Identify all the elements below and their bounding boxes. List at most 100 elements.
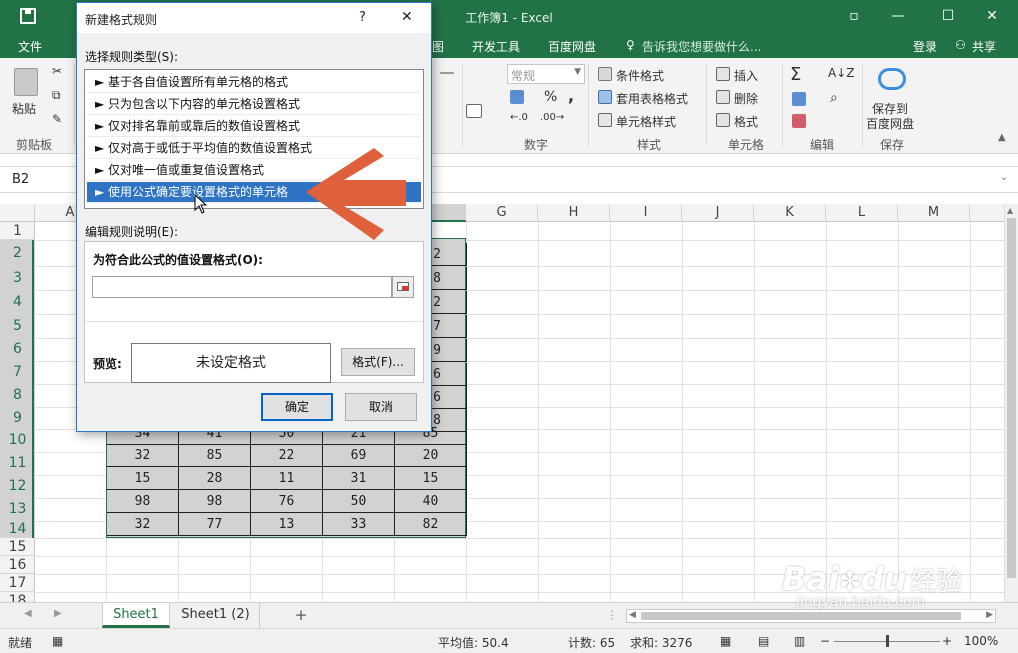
login-link[interactable]: 登录 xyxy=(913,38,937,55)
paste-button[interactable]: 粘贴 xyxy=(12,100,36,117)
increase-decimal-icon[interactable]: ←.0 xyxy=(510,112,528,123)
find-icon[interactable]: ⌕ xyxy=(830,90,838,106)
row-header[interactable]: 15 xyxy=(0,538,35,556)
row-header[interactable]: 10 xyxy=(0,429,35,452)
table-cell[interactable]: 50 xyxy=(323,490,395,513)
expand-formula-icon[interactable]: ⌄ xyxy=(1000,172,1008,183)
add-sheet-button[interactable]: + xyxy=(290,603,312,628)
table-cell[interactable]: 20 xyxy=(395,444,467,467)
normal-view-icon[interactable]: ▦ xyxy=(720,634,731,648)
format-cells-button[interactable]: 格式(F)... xyxy=(341,348,415,376)
format-button[interactable]: 格式 xyxy=(734,113,758,130)
row-header[interactable]: 7 xyxy=(0,361,35,384)
share-button[interactable]: 共享 xyxy=(972,38,996,55)
row-header[interactable]: 2 xyxy=(0,240,35,266)
column-header-selected[interactable] xyxy=(432,204,466,222)
select-all-corner[interactable] xyxy=(0,204,35,222)
table-cell[interactable]: 31 xyxy=(323,467,395,490)
table-cell[interactable]: 32 xyxy=(107,444,179,467)
table-cell[interactable]: 11 xyxy=(251,467,323,490)
paste-icon[interactable] xyxy=(14,68,38,96)
table-cell[interactable]: 32 xyxy=(107,513,179,536)
cut-icon[interactable]: ✂ xyxy=(52,64,62,78)
collapse-ribbon-icon[interactable]: ▲ xyxy=(998,132,1006,143)
row-header[interactable]: 17 xyxy=(0,574,35,592)
align-icon[interactable] xyxy=(440,72,454,74)
table-cell[interactable]: 40 xyxy=(395,490,467,513)
row-header[interactable]: 11 xyxy=(0,452,35,475)
sheet-tab[interactable]: Sheet1 (2) xyxy=(172,603,260,628)
next-sheet-icon[interactable]: ▶ xyxy=(54,608,62,619)
row-header[interactable]: 6 xyxy=(0,338,35,361)
table-cell[interactable]: 15 xyxy=(395,467,467,490)
cancel-button[interactable]: 取消 xyxy=(345,393,417,421)
currency-icon[interactable] xyxy=(510,90,524,104)
scroll-thumb[interactable] xyxy=(1007,218,1016,578)
row-header[interactable]: 16 xyxy=(0,556,35,574)
formula-input[interactable] xyxy=(92,276,392,298)
vertical-scrollbar[interactable]: ▲ xyxy=(1004,204,1018,602)
table-cell[interactable]: 15 xyxy=(107,467,179,490)
rule-type-item[interactable]: ► 只为包含以下内容的单元格设置格式 xyxy=(87,94,421,115)
row-header[interactable]: 8 xyxy=(0,384,35,407)
tab-view[interactable]: 图 xyxy=(432,38,444,55)
table-cell[interactable]: 13 xyxy=(251,513,323,536)
scroll-right-icon[interactable]: ▶ xyxy=(986,610,993,620)
zoom-level[interactable]: 100% xyxy=(964,634,998,648)
name-box[interactable]: B2 xyxy=(12,172,29,187)
macro-record-icon[interactable]: ▦ xyxy=(52,634,63,648)
maximize-icon[interactable]: ☐ xyxy=(930,4,966,28)
zoom-out-icon[interactable]: − xyxy=(820,634,830,648)
table-format-button[interactable]: 套用表格格式 xyxy=(616,90,688,107)
tab-split-handle[interactable]: ⋮ xyxy=(606,608,618,622)
column-header[interactable]: G xyxy=(466,204,538,222)
row-header[interactable]: 5 xyxy=(0,314,35,338)
sort-filter-icon[interactable]: A↓Z xyxy=(828,66,854,80)
cell-style-button[interactable]: 单元格样式 xyxy=(616,113,676,130)
page-layout-icon[interactable]: ▤ xyxy=(758,634,769,648)
table-cell[interactable]: 98 xyxy=(179,490,251,513)
table-cell[interactable]: 22 xyxy=(251,444,323,467)
insert-button[interactable]: 插入 xyxy=(734,67,758,84)
range-picker-icon[interactable] xyxy=(392,276,414,298)
table-cell[interactable]: 82 xyxy=(395,513,467,536)
table-cell[interactable]: 28 xyxy=(179,467,251,490)
ok-button[interactable]: 确定 xyxy=(261,393,333,421)
delete-button[interactable]: 删除 xyxy=(734,90,758,107)
column-header[interactable]: I xyxy=(610,204,682,222)
close-icon[interactable]: ✕ xyxy=(974,4,1010,28)
h-scroll-thumb[interactable] xyxy=(641,612,961,620)
column-header[interactable]: K xyxy=(754,204,826,222)
table-cell[interactable]: 33 xyxy=(323,513,395,536)
comma-button[interactable]: , xyxy=(568,86,574,105)
horizontal-scrollbar[interactable]: ◀ ▶ xyxy=(626,609,996,623)
rule-type-item[interactable]: ► 仅对排名靠前或靠后的数值设置格式 xyxy=(87,116,421,137)
row-header[interactable]: 13 xyxy=(0,498,35,521)
percent-button[interactable]: % xyxy=(544,89,557,105)
row-header[interactable]: 3 xyxy=(0,266,35,290)
copy-icon[interactable]: ⧉ xyxy=(52,88,61,103)
table-cell[interactable]: 69 xyxy=(323,444,395,467)
clear-icon[interactable] xyxy=(792,114,806,128)
minimize-icon[interactable]: — xyxy=(880,4,916,28)
decrease-decimal-icon[interactable]: .00→ xyxy=(540,112,564,123)
column-header[interactable]: M xyxy=(898,204,970,222)
table-cell[interactable]: 77 xyxy=(179,513,251,536)
row-header[interactable]: 12 xyxy=(0,475,35,498)
table-cell[interactable]: 76 xyxy=(251,490,323,513)
table-cell[interactable]: 85 xyxy=(179,444,251,467)
save-to-cloud-line2[interactable]: 百度网盘 xyxy=(866,115,914,132)
column-header[interactable]: J xyxy=(682,204,754,222)
number-format-dropdown[interactable]: 常规 ▼ xyxy=(507,64,585,84)
scroll-left-icon[interactable]: ◀ xyxy=(629,610,636,620)
tab-developer[interactable]: 开发工具 xyxy=(472,38,520,55)
dialog-title-bar[interactable]: 新建格式规则 ? ✕ xyxy=(77,3,431,33)
dialog-close-button[interactable]: ✕ xyxy=(401,9,413,25)
column-header[interactable]: H xyxy=(538,204,610,222)
tell-me-search[interactable]: 告诉我您想要做什么... xyxy=(642,38,761,55)
fill-icon[interactable] xyxy=(792,92,806,106)
zoom-in-icon[interactable]: + xyxy=(942,634,952,648)
help-button[interactable]: ? xyxy=(359,10,366,25)
restore-icon[interactable]: ▫ xyxy=(836,4,872,28)
rule-type-item[interactable]: ► 基于各自值设置所有单元格的格式 xyxy=(87,72,421,93)
